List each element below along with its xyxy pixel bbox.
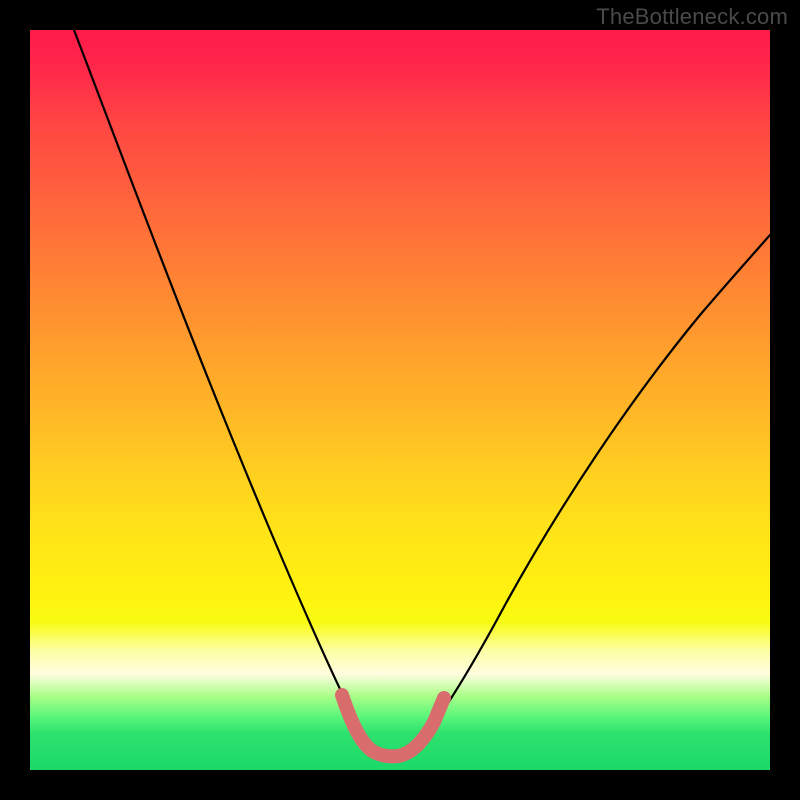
optimal-highlight <box>342 695 444 756</box>
curve-layer <box>30 30 770 770</box>
plot-area <box>30 30 770 770</box>
attribution-text: TheBottleneck.com <box>596 4 788 30</box>
bottleneck-curve <box>74 30 770 756</box>
chart-frame: TheBottleneck.com <box>0 0 800 800</box>
